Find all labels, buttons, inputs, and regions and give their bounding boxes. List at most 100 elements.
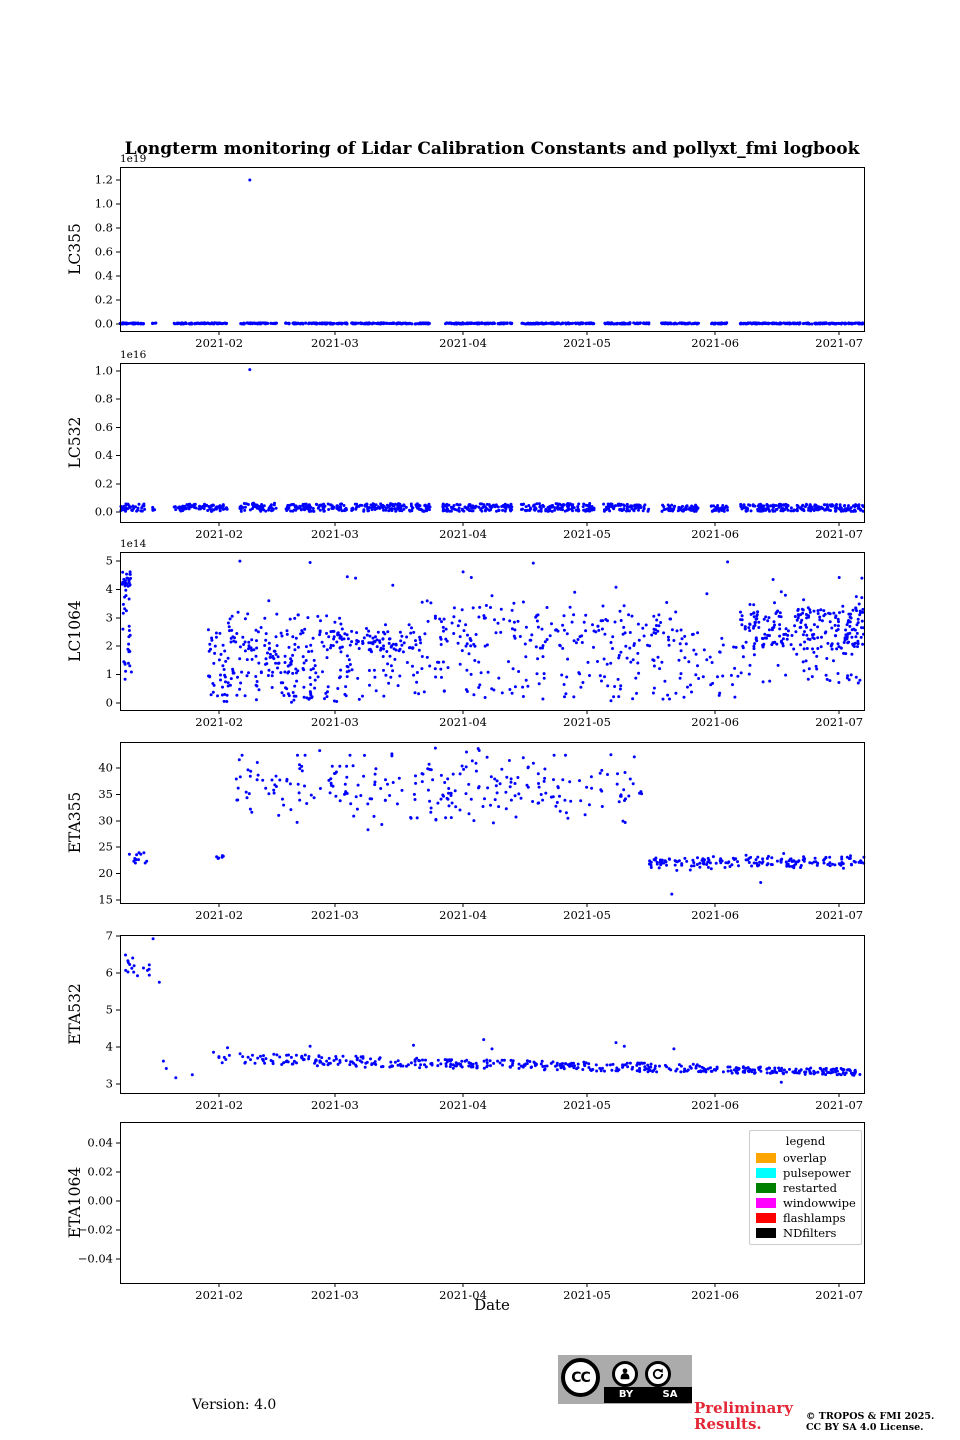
- svg-text:0.4: 0.4: [95, 269, 113, 283]
- x-tick-labels-ETA532: 2021-022021-032021-042021-052021-062021-…: [195, 1093, 863, 1112]
- cc-license-badge: CC BY SA: [558, 1355, 692, 1404]
- legend-label: NDfilters: [783, 1226, 836, 1240]
- version-label: Version: 4.0: [192, 1397, 276, 1413]
- subplot-LC355: 0.00.20.40.60.81.01.22021-022021-032021-…: [66, 153, 865, 350]
- scatter-points-LC532: [119, 368, 865, 513]
- svg-text:35: 35: [98, 787, 113, 801]
- svg-text:0.2: 0.2: [95, 476, 113, 490]
- subplot-ETA355: 1520253035402021-022021-032021-042021-05…: [66, 743, 865, 923]
- scatter-points-LC1064: [121, 560, 865, 704]
- legend-entry-flashlamps: flashlamps: [750, 1210, 861, 1225]
- svg-text:5: 5: [106, 1003, 113, 1017]
- svg-text:0.8: 0.8: [95, 392, 113, 406]
- svg-text:2021-05: 2021-05: [563, 1098, 611, 1112]
- legend-entries: overlappulsepowerrestartedwindowwipeflas…: [750, 1150, 861, 1240]
- svg-text:2021-02: 2021-02: [195, 715, 243, 729]
- person-icon: [618, 1367, 632, 1381]
- y-tick-labels-LC355: 0.00.20.40.60.81.01.2: [95, 172, 120, 330]
- svg-text:15: 15: [98, 892, 113, 906]
- cc-sharealike-arrow-icon: [645, 1361, 671, 1387]
- svg-text:0.00: 0.00: [87, 1193, 113, 1207]
- cc-by-label: BY: [604, 1387, 648, 1403]
- x-axis-title: Date: [120, 1296, 864, 1314]
- scale-offset-label-LC355: 1e19: [120, 153, 146, 165]
- svg-text:2021-03: 2021-03: [311, 527, 359, 541]
- legend-swatch-overlap: [756, 1153, 776, 1163]
- svg-text:2021-04: 2021-04: [439, 715, 487, 729]
- cc-logo-icon: CC: [561, 1358, 600, 1397]
- svg-text:2021-07: 2021-07: [815, 527, 863, 541]
- svg-text:4: 4: [106, 1040, 113, 1054]
- svg-text:40: 40: [98, 760, 113, 774]
- svg-text:2021-06: 2021-06: [691, 1098, 739, 1112]
- svg-text:2021-03: 2021-03: [311, 908, 359, 922]
- y-tick-labels-LC532: 0.0 0.2 0.4 0.6 0.8 1.0: [95, 364, 120, 519]
- svg-text:2021-04: 2021-04: [439, 1098, 487, 1112]
- figure-canvas: Longterm monitoring of Lidar Calibration…: [0, 0, 960, 1440]
- svg-text:1.0: 1.0: [95, 364, 113, 378]
- legend-swatch-NDfilters: [756, 1228, 776, 1238]
- y-axis-label-ETA532: ETA532: [66, 983, 84, 1045]
- svg-text:2021-03: 2021-03: [311, 715, 359, 729]
- svg-text:25: 25: [98, 840, 113, 854]
- legend-swatch-windowwipe: [756, 1198, 776, 1208]
- svg-text:2021-06: 2021-06: [691, 715, 739, 729]
- cc-sa-label: SA: [648, 1387, 692, 1403]
- subplot-LC1064: 0123452021-022021-032021-042021-052021-0…: [66, 538, 865, 729]
- svg-text:2021-02: 2021-02: [195, 336, 243, 350]
- y-axis-label-LC532: LC532: [66, 417, 84, 469]
- svg-text:2021-04: 2021-04: [439, 908, 487, 922]
- svg-text:0.6: 0.6: [95, 245, 113, 259]
- subplot-ETA1064: −0.04−0.020.000.020.042021-022021-032021…: [66, 1123, 865, 1303]
- svg-text:2021-03: 2021-03: [311, 336, 359, 350]
- svg-text:2021-02: 2021-02: [195, 1098, 243, 1112]
- y-tick-labels-LC1064: 012345: [106, 554, 120, 710]
- svg-text:3: 3: [106, 610, 113, 624]
- svg-text:2021-05: 2021-05: [563, 527, 611, 541]
- svg-text:2021-04: 2021-04: [439, 336, 487, 350]
- preliminary-line2: Results.: [694, 1416, 793, 1432]
- plot-area-LC532: [121, 364, 865, 523]
- svg-text:0.8: 0.8: [95, 220, 113, 234]
- preliminary-line1: Preliminary: [694, 1400, 793, 1416]
- svg-text:2021-05: 2021-05: [563, 908, 611, 922]
- legend-box: legend overlappulsepowerrestartedwindoww…: [749, 1130, 862, 1245]
- legend-entry-windowwipe: windowwipe: [750, 1195, 861, 1210]
- svg-text:0: 0: [106, 695, 113, 709]
- y-axis-label-LC355: LC355: [66, 223, 84, 275]
- x-tick-labels-LC532: 2021-022021-032021-042021-052021-062021-…: [195, 522, 863, 541]
- legend-entry-NDfilters: NDfilters: [750, 1225, 861, 1240]
- y-axis-label-LC1064: LC1064: [66, 600, 84, 662]
- svg-text:2: 2: [106, 639, 113, 653]
- legend-swatch-restarted: [756, 1183, 776, 1193]
- legend-swatch-flashlamps: [756, 1213, 776, 1223]
- subplot-ETA532: 345672021-022021-032021-042021-052021-06…: [66, 929, 865, 1112]
- y-tick-labels-ETA1064: −0.04−0.020.000.020.04: [78, 1136, 120, 1266]
- svg-text:2021-07: 2021-07: [815, 715, 863, 729]
- svg-text:1.0: 1.0: [95, 196, 113, 210]
- svg-text:0.4: 0.4: [95, 448, 113, 462]
- svg-text:2021-07: 2021-07: [815, 336, 863, 350]
- svg-text:0.0: 0.0: [95, 317, 113, 331]
- svg-text:3: 3: [106, 1077, 113, 1091]
- svg-text:0.02: 0.02: [87, 1164, 113, 1178]
- x-tick-labels-LC355: 2021-022021-032021-042021-052021-062021-…: [195, 331, 863, 350]
- x-tick-labels-ETA355: 2021-022021-032021-042021-052021-062021-…: [195, 903, 863, 922]
- copyright-note: © TROPOS & FMI 2025. CC BY SA 4.0 Licens…: [806, 1411, 934, 1433]
- svg-text:0.6: 0.6: [95, 420, 113, 434]
- legend-entry-overlap: overlap: [750, 1150, 861, 1165]
- legend-swatch-pulsepower: [756, 1168, 776, 1178]
- legend-title: legend: [750, 1133, 861, 1150]
- svg-text:2021-06: 2021-06: [691, 336, 739, 350]
- svg-text:2021-02: 2021-02: [195, 527, 243, 541]
- svg-text:2021-06: 2021-06: [691, 908, 739, 922]
- svg-text:0.04: 0.04: [87, 1136, 113, 1150]
- scatter-points-ETA532: [124, 937, 861, 1083]
- svg-text:7: 7: [106, 929, 113, 943]
- svg-text:30: 30: [98, 813, 113, 827]
- subplot-LC532: 0.00.20.40.60.81.02021-022021-032021-042…: [66, 349, 865, 541]
- scale-offset-label-LC532: 1e16: [120, 349, 147, 361]
- legend-label: overlap: [783, 1151, 827, 1165]
- svg-text:0.0: 0.0: [95, 504, 113, 518]
- y-axis-label-ETA355: ETA355: [66, 792, 84, 854]
